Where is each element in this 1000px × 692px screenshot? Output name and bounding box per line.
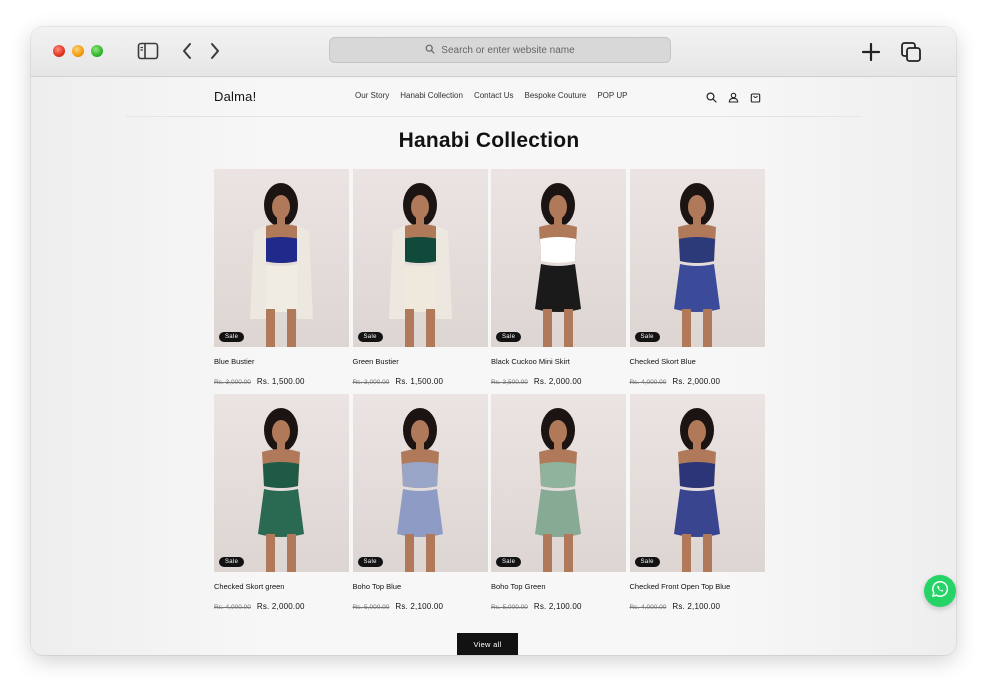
nav-bespoke-couture[interactable]: Bespoke Couture	[525, 91, 587, 100]
product-card[interactable]: Sale Blue Bustier Rs. 3,000.00 Rs. 1,500.…	[214, 169, 349, 391]
product-image[interactable]: Sale	[352, 394, 488, 572]
cart-icon[interactable]	[748, 90, 762, 104]
address-bar[interactable]: Search or enter website name	[329, 37, 671, 63]
product-price: Rs. 5,000.00 Rs. 2,100.00	[491, 596, 582, 614]
nav-contact-us[interactable]: Contact Us	[474, 91, 514, 100]
sale-badge: Sale	[357, 557, 383, 567]
forward-icon[interactable]	[207, 40, 223, 62]
nav-hanabi-collection[interactable]: Hanabi Collection	[400, 91, 463, 100]
zoom-window-button[interactable]	[91, 45, 103, 57]
page-title: Hanabi Collection	[398, 129, 580, 152]
product-image[interactable]: Sale	[629, 169, 765, 347]
plus-icon[interactable]	[859, 40, 883, 64]
product-card[interactable]: Sale Boho Top Green Rs. 5,000.00 Rs. 2,10…	[491, 394, 626, 616]
original-price: Rs. 5,000.00	[491, 604, 528, 611]
whatsapp-icon	[931, 580, 949, 603]
original-price: Rs. 3,500.00	[491, 379, 528, 386]
product-card[interactable]: Sale Black Cuckoo Mini Skirt Rs. 3,500.0…	[491, 169, 626, 391]
header-divider	[126, 116, 861, 117]
product-name[interactable]: Checked Skort Blue	[630, 357, 696, 366]
minimize-window-button[interactable]	[72, 45, 84, 57]
product-card[interactable]: Sale Green Bustier Rs. 3,000.00 Rs. 1,500…	[352, 169, 488, 391]
browser-toolbar: Search or enter website name	[31, 27, 956, 77]
product-image[interactable]: Sale	[214, 394, 349, 572]
sale-price: Rs. 1,500.00	[256, 377, 305, 386]
whatsapp-chat-button[interactable]	[924, 575, 956, 607]
search-icon[interactable]	[704, 90, 718, 104]
browser-window: Search or enter website name Dalma! Our …	[31, 27, 956, 655]
sale-badge: Sale	[219, 332, 245, 342]
original-price: Rs. 4,000.00	[629, 604, 667, 611]
product-image[interactable]: Sale	[491, 394, 626, 572]
product-price: Rs. 3,000.00 Rs. 1,500.00	[214, 371, 305, 389]
search-icon	[425, 44, 435, 57]
product-name[interactable]: Black Cuckoo Mini Skirt	[491, 357, 570, 366]
product-image[interactable]: Sale	[491, 169, 626, 347]
main-nav: Our Story Hanabi Collection Contact Us B…	[355, 91, 627, 100]
product-name[interactable]: Checked Front Open Top Blue	[630, 582, 731, 591]
web-page: Dalma! Our Story Hanabi Collection Conta…	[31, 78, 956, 655]
product-name[interactable]: Checked Skort green	[214, 582, 284, 591]
back-icon[interactable]	[179, 40, 195, 62]
brand-logo[interactable]: Dalma!	[214, 89, 256, 104]
original-price: Rs. 5,000.00	[352, 604, 390, 611]
view-all-button[interactable]: View all	[457, 633, 518, 655]
sale-badge: Sale	[496, 557, 522, 567]
original-price: Rs. 4,000.00	[214, 604, 251, 611]
product-price: Rs. 4,000.00 Rs. 2,000.00	[214, 596, 305, 614]
product-card[interactable]: Sale Checked Skort green Rs. 4,000.00 Rs.…	[214, 394, 349, 616]
sale-price: Rs. 2,100.00	[395, 602, 444, 611]
original-price: Rs. 4,000.00	[629, 379, 667, 386]
account-icon[interactable]	[726, 90, 740, 104]
product-price: Rs. 3,500.00 Rs. 2,000.00	[491, 371, 582, 389]
product-price: Rs. 4,000.00 Rs. 2,000.00	[630, 371, 721, 389]
product-image[interactable]: Sale	[352, 169, 488, 347]
sale-badge: Sale	[219, 557, 245, 567]
product-name[interactable]: Blue Bustier	[214, 357, 254, 366]
sale-price: Rs. 2,100.00	[533, 602, 582, 611]
product-price: Rs. 5,000.00 Rs. 2,100.00	[353, 596, 444, 614]
sale-price: Rs. 2,100.00	[672, 602, 721, 611]
nav-pop-up[interactable]: POP UP	[597, 91, 627, 100]
product-name[interactable]: Boho Top Green	[491, 582, 546, 591]
product-image[interactable]: Sale	[629, 394, 765, 572]
product-name[interactable]: Green Bustier	[353, 357, 399, 366]
sale-badge: Sale	[634, 332, 660, 342]
site-header: Dalma! Our Story Hanabi Collection Conta…	[31, 78, 956, 118]
sale-price: Rs. 1,500.00	[395, 377, 444, 386]
sidebar-icon[interactable]	[137, 41, 159, 61]
tabs-icon[interactable]	[899, 40, 923, 64]
sale-badge: Sale	[496, 332, 522, 342]
sale-price: Rs. 2,000.00	[533, 377, 582, 386]
nav-our-story[interactable]: Our Story	[355, 91, 389, 100]
sale-price: Rs. 2,000.00	[256, 602, 305, 611]
product-name[interactable]: Boho Top Blue	[353, 582, 402, 591]
address-placeholder: Search or enter website name	[441, 44, 575, 56]
product-image[interactable]: Sale	[214, 169, 349, 347]
product-card[interactable]: Sale Checked Front Open Top Blue Rs. 4,0…	[629, 394, 765, 616]
product-card[interactable]: Sale Boho Top Blue Rs. 5,000.00 Rs. 2,100…	[352, 394, 488, 616]
sale-badge: Sale	[634, 557, 660, 567]
product-card[interactable]: Sale Checked Skort Blue Rs. 4,000.00 Rs. …	[629, 169, 765, 391]
original-price: Rs. 3,000.00	[352, 379, 390, 386]
sale-price: Rs. 2,000.00	[672, 377, 721, 386]
sale-badge: Sale	[357, 332, 383, 342]
original-price: Rs. 3,000.00	[214, 379, 251, 386]
close-window-button[interactable]	[53, 45, 65, 57]
product-price: Rs. 4,000.00 Rs. 2,100.00	[630, 596, 721, 614]
product-price: Rs. 3,000.00 Rs. 1,500.00	[353, 371, 444, 389]
